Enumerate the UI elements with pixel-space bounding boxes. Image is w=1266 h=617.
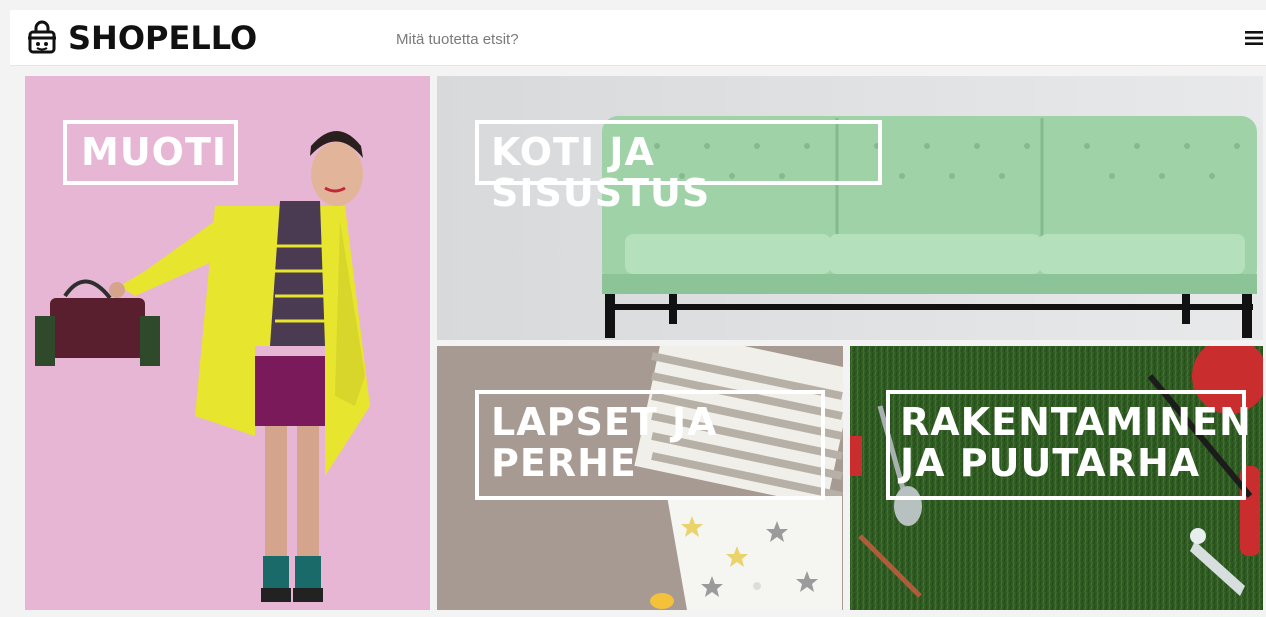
site-header: SHOPELLO — [10, 10, 1266, 66]
category-label-lapset-ja-perhe: LAPSET JA PERHE — [475, 390, 825, 500]
category-label-text: LAPSET JA PERHE — [491, 400, 718, 486]
category-tile-muoti[interactable]: MUOTI — [25, 76, 430, 610]
category-label-text: KOTI JA SISUSTUS — [491, 130, 711, 216]
shopello-logo[interactable]: SHOPELLO — [24, 18, 257, 58]
shopping-bag-icon — [28, 20, 56, 54]
category-label-muoti: MUOTI — [63, 120, 238, 185]
hamburger-menu-icon[interactable] — [1242, 26, 1266, 50]
category-tile-koti-ja-sisustus[interactable]: KOTI JA SISUSTUS — [437, 76, 1263, 340]
category-label-koti-ja-sisustus: KOTI JA SISUSTUS — [475, 120, 882, 214]
category-label-text: RAKENTAMINEN JA PUUTARHA — [900, 400, 1252, 486]
search-input[interactable] — [394, 24, 818, 54]
shopello-home: SHOPELLO Mitä tuotetta etsit? MUOTI KOTI… — [0, 0, 1266, 617]
category-label-text: MUOTI — [81, 130, 228, 174]
category-tile-lapset-ja-perhe[interactable]: LAPSET JA PERHE — [437, 346, 843, 610]
brand-name: SHOPELLO — [68, 19, 258, 57]
category-tile-rakentaminen-ja-puutarha[interactable]: RAKENTAMINEN JA PUUTARHA — [850, 346, 1263, 610]
category-label-rakentaminen-ja-puutarha: RAKENTAMINEN JA PUUTARHA — [886, 390, 1252, 500]
